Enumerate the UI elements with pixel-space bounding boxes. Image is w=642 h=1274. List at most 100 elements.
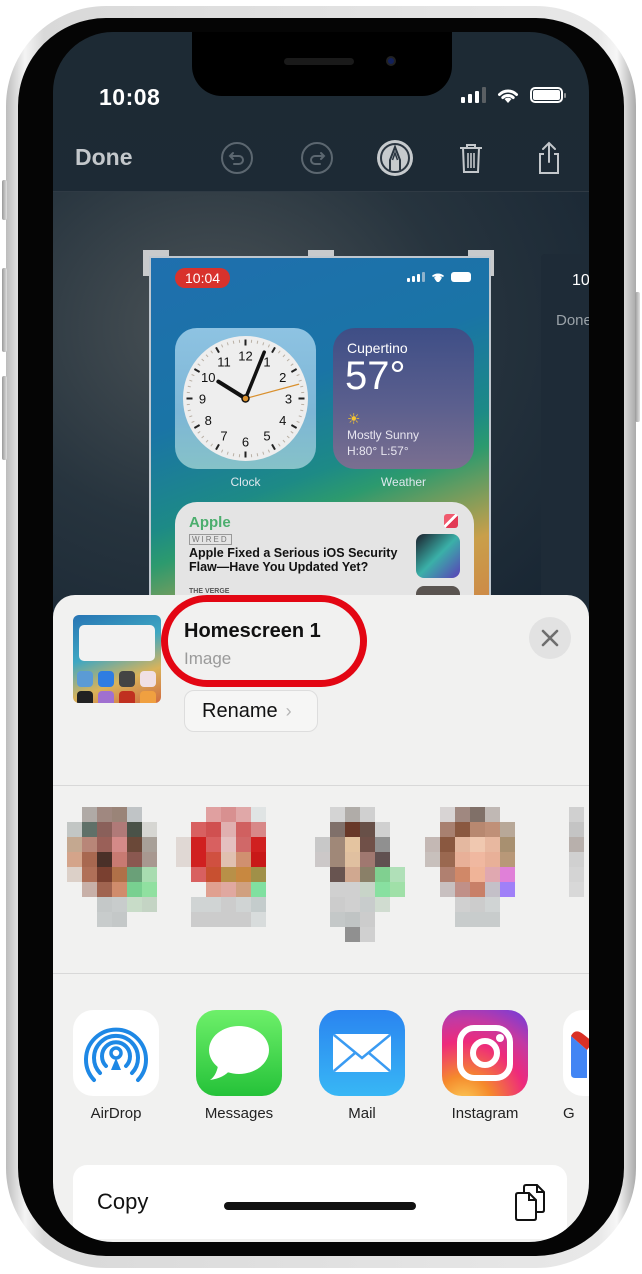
trash-icon[interactable] xyxy=(453,140,489,176)
avatar-pixel xyxy=(440,837,455,852)
screenshot-preview[interactable]: 10:04 12 1 2 3 4 5 6 7 8 9 10 11 Clock Cupertino 57… xyxy=(149,256,491,636)
avatar-pixel xyxy=(425,852,440,867)
avatar-pixel xyxy=(485,912,500,927)
instagram-icon xyxy=(442,1010,528,1096)
redo-icon[interactable] xyxy=(299,140,335,176)
avatar-pixel xyxy=(82,807,97,822)
share-app-instagram[interactable]: Instagram xyxy=(440,1010,530,1122)
clock-tick xyxy=(262,451,265,455)
contact-avatar[interactable] xyxy=(315,807,415,942)
share-app-label: Instagram xyxy=(451,1105,519,1122)
contact-avatar[interactable] xyxy=(569,807,589,937)
avatar-pixel xyxy=(360,822,375,837)
contact-avatar[interactable] xyxy=(176,807,276,937)
avatar-pixel xyxy=(82,867,97,882)
avatar-pixel xyxy=(440,867,455,882)
avatar-pixel xyxy=(345,897,360,912)
avatar-pixel xyxy=(440,852,455,867)
avatar-pixel xyxy=(485,822,500,837)
clock-face: 12 1 2 3 4 5 6 7 8 9 10 11 xyxy=(183,336,308,461)
clock-tick xyxy=(191,374,195,377)
weather-temp: 57° xyxy=(345,354,406,398)
clock-number: 8 xyxy=(205,413,212,428)
clock-tick xyxy=(282,439,286,443)
avatar-pixel xyxy=(330,912,345,927)
undo-icon[interactable] xyxy=(219,140,255,176)
contact-avatar[interactable] xyxy=(67,807,167,937)
clock-tick xyxy=(187,385,191,388)
done-button[interactable]: Done xyxy=(75,144,133,171)
avatar-pixel xyxy=(127,822,142,837)
avatar-pixel xyxy=(315,837,330,852)
avatar-pixel xyxy=(251,807,266,822)
clock-tick xyxy=(267,344,270,348)
avatar-pixel xyxy=(485,807,500,822)
volume-down-button xyxy=(2,376,7,460)
avatar-pixel xyxy=(142,837,157,852)
clock-tick xyxy=(210,443,213,447)
news-publisher: WIRED xyxy=(189,534,232,545)
markup-toolbar: Done xyxy=(53,132,589,192)
avatar-pixel xyxy=(455,837,470,852)
avatar-pixel xyxy=(236,882,251,897)
share-icon[interactable] xyxy=(531,140,567,176)
avatar-pixel xyxy=(176,837,191,852)
clock-tick xyxy=(189,415,193,418)
clock-tick xyxy=(271,346,276,354)
avatar-pixel xyxy=(375,897,390,912)
avatar-pixel xyxy=(112,912,127,927)
avatar-pixel xyxy=(97,912,112,927)
weather-widget-label: Weather xyxy=(380,475,427,489)
share-app-messages[interactable]: Messages xyxy=(194,1010,284,1122)
wifi-icon xyxy=(498,89,518,103)
avatar-pixel xyxy=(251,822,266,837)
avatar-pixel xyxy=(191,867,206,882)
clock-widget: 12 1 2 3 4 5 6 7 8 9 10 11 xyxy=(175,328,316,469)
avatar-pixel xyxy=(360,852,375,867)
next-page-preview[interactable] xyxy=(541,254,589,614)
avatar-pixel xyxy=(112,807,127,822)
avatar-pixel xyxy=(485,852,500,867)
close-icon xyxy=(541,629,559,647)
avatar-pixel xyxy=(112,882,127,897)
front-camera xyxy=(386,56,396,66)
avatar-pixel xyxy=(485,897,500,912)
clock-tick xyxy=(290,424,298,429)
avatar-pixel xyxy=(569,867,584,882)
avatar-pixel xyxy=(569,837,584,852)
avatar-pixel xyxy=(390,882,405,897)
clock-tick xyxy=(205,354,209,358)
avatar-pixel xyxy=(569,882,584,897)
avatar-pixel xyxy=(82,822,97,837)
clock-tick xyxy=(282,354,286,358)
next-page-time: 10 xyxy=(572,272,589,289)
avatar-pixel xyxy=(67,837,82,852)
avatar-pixel xyxy=(470,852,485,867)
avatar-pixel xyxy=(221,852,236,867)
share-app-airdrop[interactable]: AirDrop xyxy=(71,1010,161,1122)
home-indicator[interactable] xyxy=(224,1202,416,1210)
markup-pen-icon[interactable] xyxy=(375,138,415,178)
share-app-gmail[interactable]: G xyxy=(563,1010,589,1122)
rename-button[interactable]: Rename › xyxy=(184,690,318,732)
avatar-pixel xyxy=(251,837,266,852)
avatar-pixel xyxy=(345,912,360,927)
contact-avatar[interactable] xyxy=(425,807,525,937)
status-icons xyxy=(461,86,566,104)
avatar-pixel xyxy=(97,867,112,882)
clock-number: 2 xyxy=(279,370,286,385)
avatar-pixel xyxy=(142,852,157,867)
clock-tick xyxy=(256,453,259,457)
avatar-pixel xyxy=(221,912,236,927)
avatar-pixel xyxy=(82,852,97,867)
share-app-mail[interactable]: Mail xyxy=(317,1010,407,1122)
clock-tick xyxy=(256,340,259,344)
avatar-pixel xyxy=(221,867,236,882)
avatar-pixel xyxy=(221,822,236,837)
avatar-pixel xyxy=(360,882,375,897)
messages-icon xyxy=(196,1010,282,1096)
clock-tick xyxy=(221,449,224,453)
close-button[interactable] xyxy=(529,617,571,659)
clock-tick xyxy=(193,424,201,429)
avatar-pixel xyxy=(330,822,345,837)
